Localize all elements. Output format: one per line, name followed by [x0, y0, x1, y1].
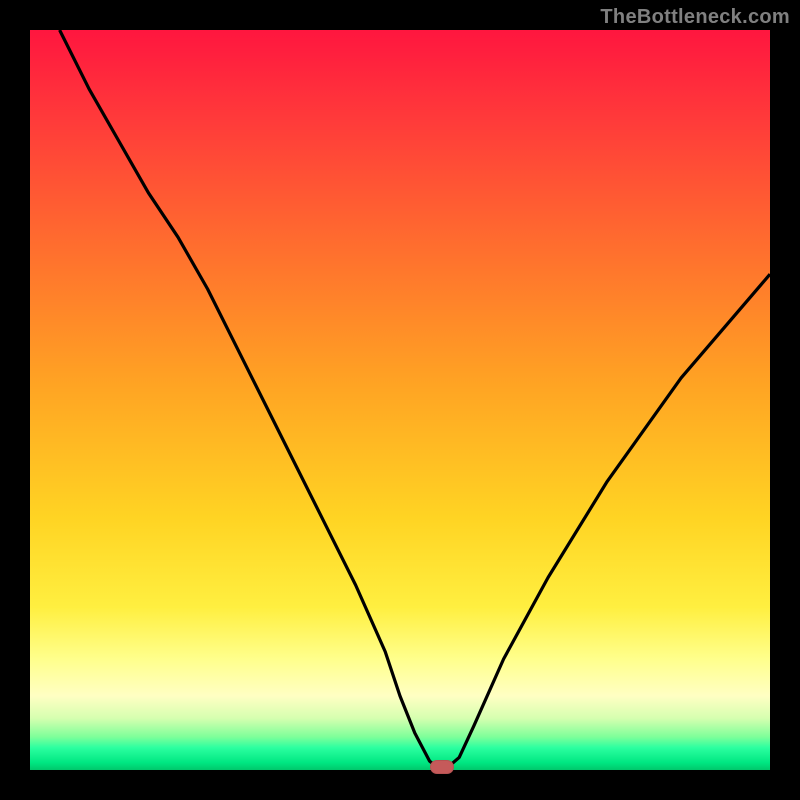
bottleneck-curve — [30, 30, 770, 770]
plot-area — [30, 30, 770, 770]
optimal-point-marker — [430, 760, 454, 774]
chart-stage: TheBottleneck.com — [0, 0, 800, 800]
curve-path — [60, 30, 770, 767]
watermark-label: TheBottleneck.com — [600, 6, 790, 29]
